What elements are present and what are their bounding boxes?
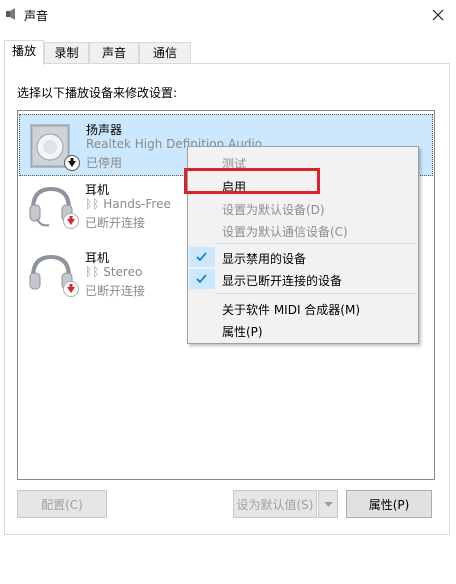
- menu-item-show-disconnected[interactable]: 显示已断开连接的设备: [222, 272, 342, 289]
- menu-item-set-default-comm-device[interactable]: 设置为默认通信设备(C): [222, 223, 348, 240]
- checkmark-icon: [196, 252, 207, 262]
- window-title: 声音: [24, 9, 49, 23]
- set-default-dropdown[interactable]: [318, 490, 338, 518]
- menu-separator: [216, 243, 416, 244]
- close-icon: [432, 9, 444, 21]
- tab-sounds[interactable]: 声音: [89, 42, 139, 63]
- menu-item-properties[interactable]: 属性(P): [222, 323, 263, 340]
- device-status: 已断开连接: [85, 284, 146, 298]
- device-name: 扬声器: [86, 123, 123, 137]
- device-name: 耳机: [85, 251, 110, 265]
- annotation-highlight-box: [184, 168, 320, 194]
- instruction-text: 选择以下播放设备来修改设置:: [17, 86, 178, 100]
- title-bar: 声音: [0, 0, 456, 30]
- chevron-down-icon: [323, 497, 333, 511]
- bluetooth-icon: ᛒᛒ: [85, 265, 104, 279]
- bluetooth-icon: ᛒᛒ: [85, 197, 104, 211]
- menu-item-set-default-device[interactable]: 设置为默认设备(D): [222, 201, 325, 218]
- menu-item-show-disabled[interactable]: 显示禁用的设备: [222, 250, 306, 267]
- sound-dialog: 声音 播放 录制 声音 通信 选择以下播放设备来修改设置: 扬声器 Realte…: [0, 0, 456, 584]
- close-button[interactable]: [420, 0, 456, 30]
- tab-recording[interactable]: 录制: [44, 42, 89, 63]
- menu-separator: [216, 293, 416, 294]
- disabled-arrow-icon: [64, 155, 80, 174]
- device-subtitle: ᛒᛒ Hands-Free: [85, 197, 171, 211]
- tab-playback[interactable]: 播放: [4, 40, 44, 65]
- device-name: 耳机: [85, 183, 110, 197]
- device-status: 已停用: [86, 156, 123, 170]
- properties-button[interactable]: 属性(P): [346, 490, 432, 518]
- menu-item-about-midi[interactable]: 关于软件 MIDI 合成器(M): [222, 301, 360, 318]
- checkmark-icon: [196, 274, 207, 284]
- check-highlight: [189, 269, 215, 289]
- tab-communications[interactable]: 通信: [139, 42, 191, 63]
- device-status: 已断开连接: [85, 216, 146, 230]
- disconnected-arrow-icon: [63, 281, 79, 300]
- sound-app-icon: [5, 7, 19, 21]
- device-subtitle: ᛒᛒ Stereo: [85, 265, 143, 279]
- disconnected-arrow-icon: [63, 213, 79, 232]
- check-highlight: [189, 247, 215, 267]
- set-default-button[interactable]: 设为默认值(S): [233, 490, 317, 518]
- configure-button[interactable]: 配置(C): [17, 490, 107, 518]
